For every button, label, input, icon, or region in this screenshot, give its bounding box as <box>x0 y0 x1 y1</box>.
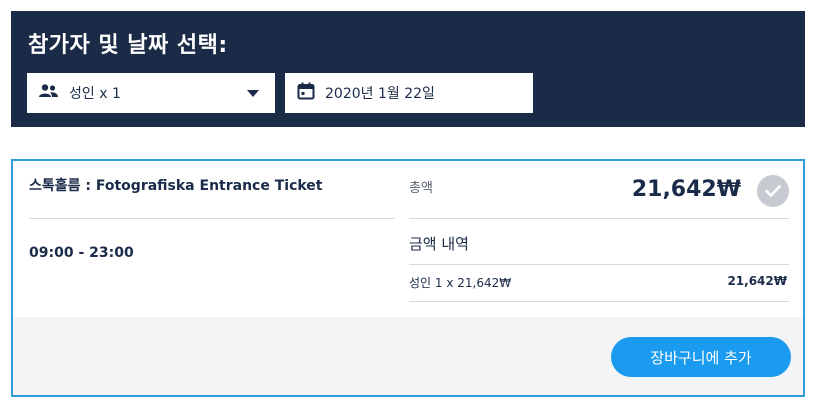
price-breakdown-title: 금액 내역 <box>409 235 469 253</box>
breakdown-row-label: 성인 1 x 21,642₩ <box>409 276 512 290</box>
divider <box>409 264 789 265</box>
calendar-icon <box>297 82 315 104</box>
people-icon <box>39 83 59 103</box>
participants-value: 성인 x 1 <box>69 86 121 102</box>
participants-select[interactable]: 성인 x 1 <box>27 73 275 113</box>
date-picker[interactable]: 2020년 1월 22일 <box>285 73 533 113</box>
caret-down-icon <box>247 90 259 97</box>
check-circle-icon[interactable] <box>757 175 789 207</box>
divider <box>409 218 789 219</box>
date-value: 2020년 1월 22일 <box>325 86 435 102</box>
time-slot: 09:00 - 23:00 <box>29 245 134 261</box>
total-label: 총액 <box>409 181 433 196</box>
offer-card: 스톡홀름 : Fotografiska Entrance Ticket 09:0… <box>11 159 805 397</box>
header-title: 참가자 및 날짜 선택: <box>28 33 228 58</box>
divider <box>409 301 789 302</box>
product-title: 스톡홀름 : Fotografiska Entrance Ticket <box>29 178 323 194</box>
breakdown-row-value: 21,642₩ <box>727 274 787 288</box>
card-footer: 장바구니에 추가 <box>13 317 803 395</box>
total-price: 21,642₩ <box>631 177 741 202</box>
selection-header: 참가자 및 날짜 선택: 성인 x 1 2020년 1월 22일 <box>11 11 805 127</box>
divider <box>29 218 395 219</box>
add-to-cart-button[interactable]: 장바구니에 추가 <box>611 337 791 377</box>
